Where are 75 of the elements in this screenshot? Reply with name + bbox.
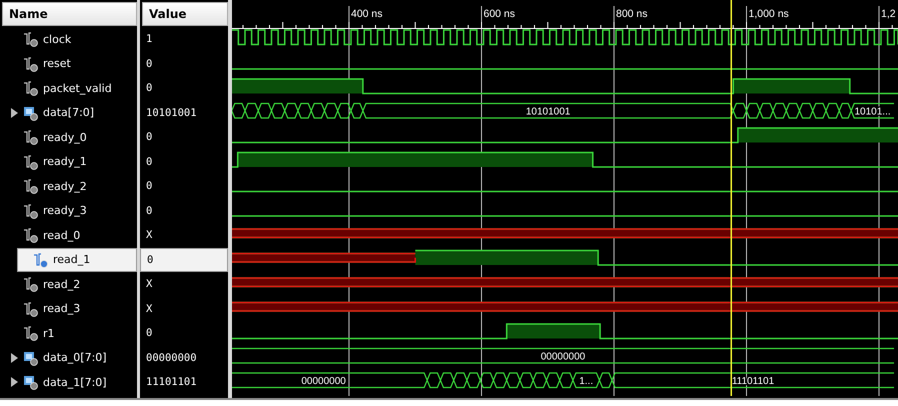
signal-name: read_0 <box>43 228 80 242</box>
signal-icon <box>23 80 39 96</box>
column-header[interactable]: Value <box>142 2 228 26</box>
signal-row[interactable]: clock <box>0 27 137 52</box>
signal-icon <box>23 56 39 72</box>
signal-icon <box>23 276 39 292</box>
signal-row[interactable]: data[7:0] <box>0 100 137 125</box>
signal-name: packet_valid <box>43 82 112 95</box>
bus-value-label: 00000000 <box>301 376 346 387</box>
signal-name: read_3 <box>43 302 80 316</box>
signal-value: 0 <box>146 131 152 144</box>
signal-icon <box>23 129 39 146</box>
signal-row[interactable]: read_2 <box>0 272 137 296</box>
signal-name: data[7:0] <box>43 106 94 120</box>
bus-signal-icon <box>23 350 39 366</box>
bus-value-label: 00000000 <box>540 351 586 362</box>
signal-icon <box>23 300 39 317</box>
signal-name: read_2 <box>43 278 80 291</box>
column-header[interactable]: Name <box>2 2 137 26</box>
signal-value: 0 <box>146 327 152 340</box>
bus-value-label: 10101001 <box>526 106 570 118</box>
signal-icon <box>23 325 39 342</box>
time-label: 1,000 ns <box>748 8 789 20</box>
signal-row[interactable]: read_1 <box>17 248 137 272</box>
expand-icon[interactable] <box>10 352 19 363</box>
signal-icon <box>23 227 39 244</box>
signal-row[interactable]: read_0 <box>0 223 137 248</box>
signal-icon <box>23 202 39 219</box>
signal-value: 11101101 <box>146 376 197 388</box>
signal-name: data_0[7:0] <box>43 351 107 364</box>
signal-icon <box>23 178 39 194</box>
signal-name: ready_2 <box>43 180 87 193</box>
signal-row[interactable]: reset <box>0 52 137 76</box>
signal-name: data_1[7:0] <box>43 376 107 389</box>
signal-value: X <box>146 229 152 242</box>
bus-signal-icon <box>23 374 39 390</box>
signal-value: 0 <box>146 204 152 217</box>
signal-icon <box>23 31 39 48</box>
signal-value: 0 <box>146 180 152 192</box>
signal-value: 0 <box>146 58 152 70</box>
signal-name: ready_1 <box>43 155 87 168</box>
signal-name: r1 <box>43 326 55 340</box>
signal-row[interactable]: ready_0 <box>0 125 137 150</box>
signal-value: 1 <box>146 33 152 46</box>
bus-signal-icon <box>23 104 39 121</box>
signal-value: X <box>146 278 152 290</box>
signal-row[interactable]: data_0[7:0] <box>0 346 137 370</box>
signal-row[interactable]: packet_valid <box>0 76 137 100</box>
signal-icon <box>33 252 49 268</box>
signal-value: 00000000 <box>146 352 197 364</box>
signal-row[interactable]: read_3 <box>0 296 137 321</box>
time-label: 400 ns <box>351 8 383 20</box>
expand-icon[interactable] <box>10 377 19 388</box>
signal-name: read_1 <box>53 253 90 266</box>
signal-row[interactable]: ready_2 <box>0 174 137 198</box>
signal-row[interactable]: r1 <box>0 321 137 346</box>
time-cursor[interactable] <box>730 0 732 396</box>
time-label: 1,2 <box>881 8 896 20</box>
expand-icon[interactable] <box>10 108 19 118</box>
signal-value: 10101001 <box>146 106 197 119</box>
signal-row[interactable]: ready_1 <box>0 150 137 174</box>
time-label: 800 ns <box>616 8 648 20</box>
bus-value-label: 1... <box>579 376 594 387</box>
signal-value: 0 <box>147 254 154 266</box>
signal-value: X <box>146 302 152 315</box>
signal-row[interactable]: ready_3 <box>0 198 137 223</box>
signal-value: 0 <box>146 82 152 94</box>
signal-name: ready_3 <box>43 204 87 218</box>
signal-name: clock <box>43 32 72 46</box>
signal-value: 0 <box>146 156 152 168</box>
signal-name: ready_0 <box>43 130 87 144</box>
time-label: 600 ns <box>484 8 516 20</box>
signal-icon <box>23 154 39 170</box>
signal-name: reset <box>43 57 71 70</box>
signal-row[interactable]: data_1[7:0] <box>0 370 137 394</box>
